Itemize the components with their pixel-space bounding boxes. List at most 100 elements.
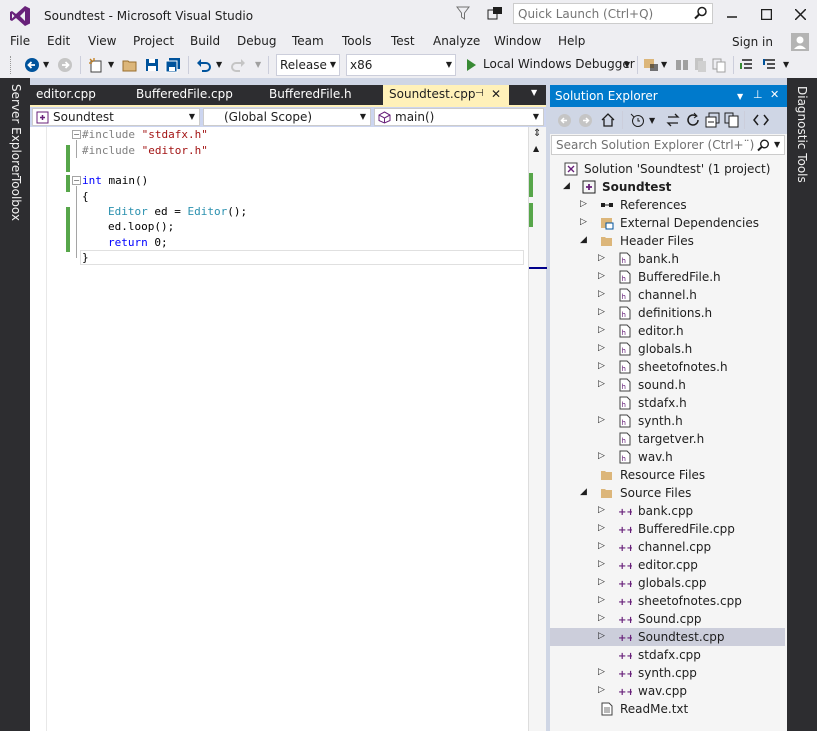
collapsed-arrow-icon[interactable]: ▷ (598, 667, 605, 677)
user-avatar-icon[interactable] (791, 33, 809, 51)
minimize-button[interactable] (715, 0, 749, 28)
editor-vertical-scrollbar[interactable]: ⇕ ▲ (528, 127, 547, 731)
tab-soundtest-cpp[interactable]: Soundtest.cpp ⊣ ✕ (383, 85, 509, 105)
start-debugging-icon[interactable] (463, 57, 479, 73)
collapsed-arrow-icon[interactable]: ▷ (598, 559, 605, 569)
collapsed-arrow-icon[interactable]: ▷ (580, 217, 587, 227)
quick-launch-input[interactable] (514, 4, 689, 23)
comment-lines-icon[interactable] (739, 57, 755, 73)
tree-node-header-file[interactable]: h targetver.h (550, 430, 785, 448)
menu-team[interactable]: Team (292, 34, 324, 48)
tab-bufferedfile-h[interactable]: BufferedFile.h (263, 85, 358, 105)
expanded-arrow-icon[interactable]: ◢ (580, 487, 587, 497)
tab-editor-cpp[interactable]: editor.cpp (30, 85, 102, 105)
forward-icon[interactable] (578, 113, 593, 128)
tree-node-source-files[interactable]: ◢ Source Files (550, 484, 785, 502)
tree-node-header-file[interactable]: ▷ h sheetofnotes.h (550, 358, 785, 376)
tree-node-header-file[interactable]: h stdafx.h (550, 394, 785, 412)
tree-node-header-file[interactable]: ▷ h editor.h (550, 322, 785, 340)
undo-dropdown-icon[interactable]: ▼ (216, 60, 222, 69)
collapsed-arrow-icon[interactable]: ▷ (598, 343, 605, 353)
tree-node-resource-files[interactable]: Resource Files (550, 466, 785, 484)
toolbar-grip[interactable] (10, 56, 14, 74)
window-position-icon[interactable]: ▼ (737, 92, 743, 101)
close-button[interactable] (783, 0, 817, 28)
tree-node-source-file[interactable]: ▷ ++ BufferedFile.cpp (550, 520, 785, 538)
menu-help[interactable]: Help (558, 34, 585, 48)
code-editor[interactable] (30, 127, 528, 731)
show-all-files-icon[interactable] (724, 112, 740, 128)
collapsed-arrow-icon[interactable]: ▷ (598, 631, 605, 641)
collapsed-arrow-icon[interactable]: ▷ (598, 451, 605, 461)
sign-in-link[interactable]: Sign in (732, 35, 773, 49)
member-dropdown[interactable]: main() ▼ (374, 108, 544, 126)
collapse-all-icon[interactable] (705, 112, 721, 128)
solution-explorer-search[interactable]: Search Solution Explorer (Ctrl+¨) ▼ (551, 135, 785, 155)
menu-project[interactable]: Project (133, 34, 174, 48)
diagnostic-tools-tab[interactable]: Diagnostic Tools (795, 86, 809, 183)
split-editor-icon[interactable]: ⇕ (533, 128, 541, 139)
tree-node-source-file[interactable]: ▷ ++ wav.cpp (550, 682, 785, 700)
menu-debug[interactable]: Debug (237, 34, 276, 48)
save-all-icon[interactable] (165, 57, 181, 73)
menu-file[interactable]: File (10, 34, 30, 48)
tree-node-header-file[interactable]: ▷ h wav.h (550, 448, 785, 466)
project-dropdown[interactable]: Soundtest ▼ (32, 108, 200, 126)
tab-list-dropdown-icon[interactable]: ▼ (531, 88, 537, 97)
navigate-back-icon[interactable] (24, 57, 40, 73)
collapsed-arrow-icon[interactable]: ▷ (598, 685, 605, 695)
collapsed-arrow-icon[interactable]: ▷ (598, 541, 605, 551)
open-folder-icon[interactable] (122, 57, 138, 73)
collapsed-arrow-icon[interactable]: ▷ (598, 415, 605, 425)
quick-launch-box[interactable] (513, 3, 713, 24)
tree-node-project[interactable]: ◢ Soundtest (550, 178, 785, 196)
tree-node-header-file[interactable]: ▷ h BufferedFile.h (550, 268, 785, 286)
redo-icon[interactable] (230, 57, 246, 73)
tree-node-header-file[interactable]: ▷ h globals.h (550, 340, 785, 358)
tree-node-source-file[interactable]: ▷ ++ bank.cpp (550, 502, 785, 520)
collapsed-arrow-icon[interactable]: ▷ (598, 289, 605, 299)
expanded-arrow-icon[interactable]: ◢ (563, 181, 570, 191)
tree-node-source-file[interactable]: ▷ ++ Sound.cpp (550, 610, 785, 628)
tree-node-external-dependencies[interactable]: ▷ External Dependencies (550, 214, 785, 232)
solution-configuration-select[interactable]: Release ▼ (276, 54, 340, 76)
save-icon[interactable] (144, 57, 160, 73)
debugger-label[interactable]: Local Windows Debugger (483, 57, 635, 71)
search-icon[interactable] (757, 139, 770, 152)
redo-dropdown-icon[interactable]: ▼ (255, 60, 261, 69)
menu-analyze[interactable]: Analyze (433, 34, 480, 48)
collapsed-arrow-icon[interactable]: ▷ (598, 253, 605, 263)
find-in-files-icon[interactable] (643, 57, 659, 73)
auto-hide-pin-icon[interactable]: ⊥ (753, 88, 763, 101)
collapsed-arrow-icon[interactable]: ▷ (598, 595, 605, 605)
collapsed-arrow-icon[interactable]: ▷ (598, 271, 605, 281)
collapsed-arrow-icon[interactable]: ▷ (598, 613, 605, 623)
tree-node-header-file[interactable]: ▷ h synth.h (550, 412, 785, 430)
tab-bufferedfile-cpp[interactable]: BufferedFile.cpp (130, 85, 239, 105)
search-options-dropdown-icon[interactable]: ▼ (774, 140, 780, 149)
tree-node-header-files[interactable]: ◢ Header Files (550, 232, 785, 250)
close-tab-icon[interactable]: ✕ (491, 87, 501, 101)
toolbar-overflow-icon[interactable]: ▼ (783, 60, 789, 69)
navigate-forward-icon[interactable] (57, 57, 73, 73)
tree-node-source-file[interactable]: ++ stdafx.cpp (550, 646, 785, 664)
tree-node-header-file[interactable]: ▷ h channel.h (550, 286, 785, 304)
copy-icon[interactable] (711, 57, 727, 73)
scroll-up-icon[interactable]: ▲ (533, 144, 539, 153)
tree-node-source-file[interactable]: ▷ ++ sheetofnotes.cpp (550, 592, 785, 610)
maximize-button[interactable] (749, 0, 783, 28)
solution-platform-select[interactable]: x86 ▼ (346, 54, 456, 76)
uncomment-lines-icon[interactable] (762, 57, 778, 73)
new-dropdown-icon[interactable]: ▼ (108, 60, 114, 69)
step-icon[interactable] (674, 57, 690, 73)
menu-test[interactable]: Test (391, 34, 415, 48)
tree-node-source-file[interactable]: ▷ ++ channel.cpp (550, 538, 785, 556)
pin-icon[interactable]: ⊣ (475, 88, 484, 99)
menu-view[interactable]: View (88, 34, 116, 48)
undo-icon[interactable] (196, 57, 212, 73)
menu-tools[interactable]: Tools (342, 34, 372, 48)
tree-node-readme[interactable]: ReadMe.txt (550, 700, 785, 718)
collapsed-arrow-icon[interactable]: ▷ (580, 199, 587, 209)
sync-with-document-icon[interactable] (665, 112, 681, 128)
toolbox-tab[interactable]: Toolbox (9, 176, 23, 221)
